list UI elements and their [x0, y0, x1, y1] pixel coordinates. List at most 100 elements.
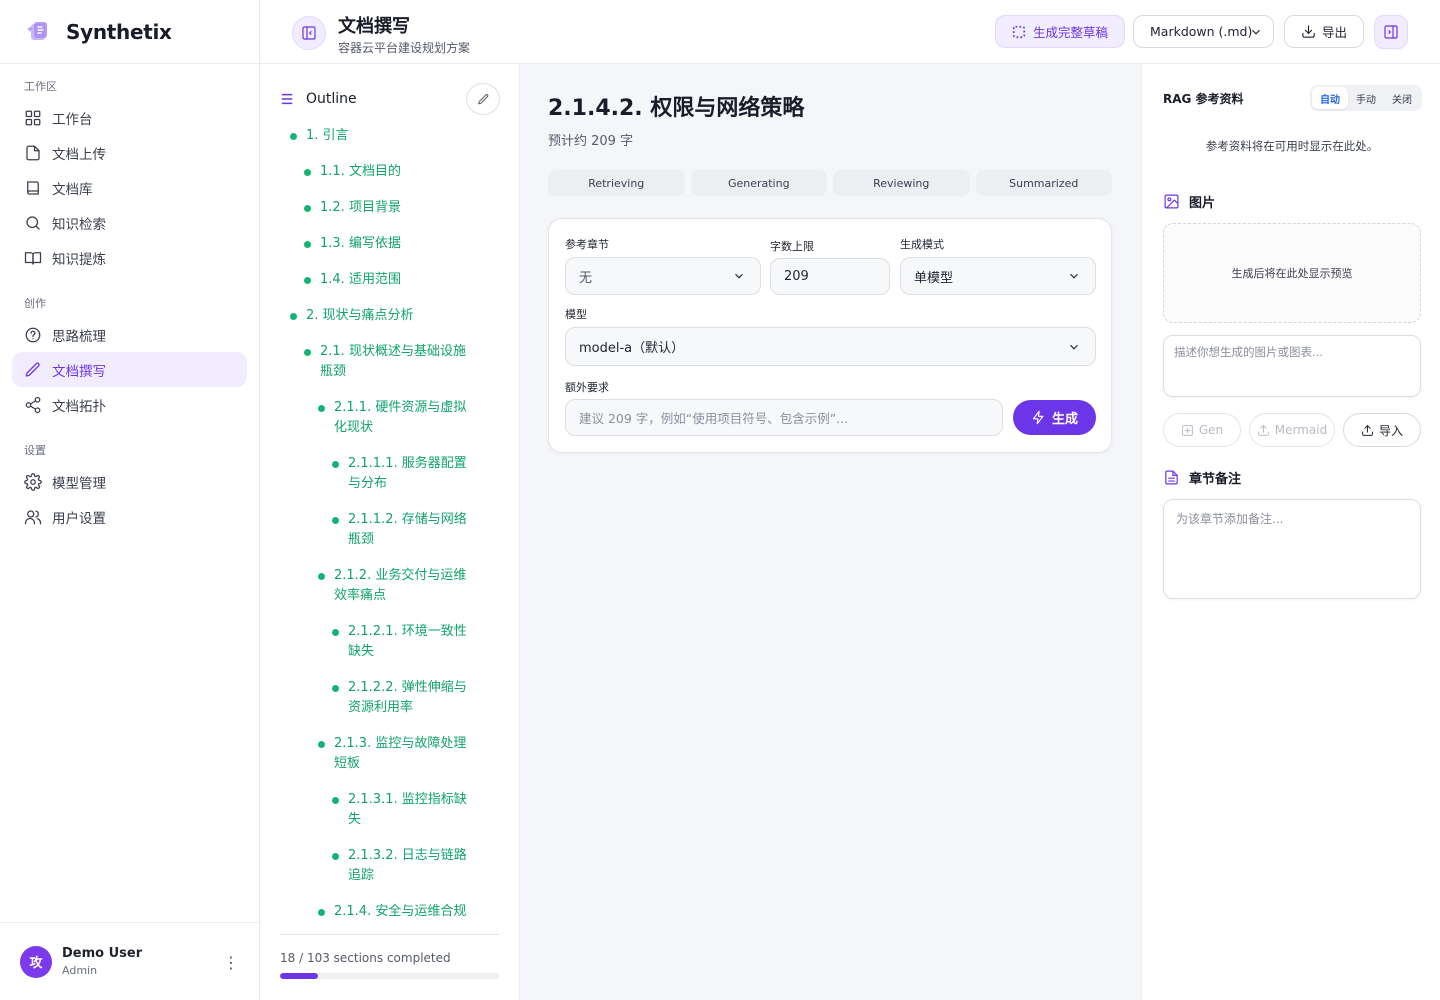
status-dot: [332, 853, 339, 860]
word-limit-input[interactable]: 209: [770, 258, 890, 295]
image-preview-area: 生成后将在此处显示预览: [1163, 223, 1421, 323]
top-header: 文档撰写 容器云平台建设规划方案 生成完整草稿 Markdown (.md) 导…: [260, 0, 1440, 64]
outline-item[interactable]: 2.1.1.1. 服务器配置与分布: [280, 454, 500, 494]
import-image-button[interactable]: 导入: [1343, 413, 1421, 447]
status-dot: [290, 313, 297, 320]
nav-item-label: 文档撰写: [52, 363, 106, 380]
generate-full-draft-label: 生成完整草稿: [1033, 25, 1109, 40]
outline-item[interactable]: 1.4. 适用范围: [280, 270, 500, 290]
mermaid-button[interactable]: Mermaid: [1249, 413, 1335, 447]
status-dot: [318, 741, 325, 748]
generate-button[interactable]: 生成: [1013, 400, 1096, 435]
outline-item[interactable]: 1.2. 项目背景: [280, 198, 500, 218]
outline-item[interactable]: 2.1.3.2. 日志与链路追踪: [280, 846, 500, 886]
word-estimate: 预计约 209 字: [548, 134, 634, 149]
outline-item[interactable]: 2.1.1.2. 存储与网络瓶颈: [280, 510, 500, 550]
nav-item-refine[interactable]: 知识提炼: [12, 240, 247, 275]
status-dot: [304, 241, 311, 248]
nav-item-label: 用户设置: [52, 510, 106, 527]
nav-item-writing[interactable]: 文档撰写: [12, 352, 247, 387]
collapse-sidebar-button[interactable]: [292, 16, 326, 50]
nav-item-dashboard[interactable]: 工作台: [12, 100, 247, 135]
model-label: 模型: [565, 308, 587, 321]
outline-item-label: 2.1.3.2. 日志与链路追踪: [348, 848, 467, 883]
outline-item-label: 1.4. 适用范围: [320, 272, 401, 287]
nav-item-label: 文档库: [52, 181, 93, 198]
page-title: 文档撰写: [338, 16, 410, 37]
toggle-right-panel-button[interactable]: [1374, 15, 1408, 49]
brand-name: Synthetix: [66, 19, 172, 44]
outline-item[interactable]: 2.1.4. 安全与运维合规风险: [280, 902, 500, 918]
image-preview-text: 生成后将在此处显示预览: [1231, 267, 1353, 280]
nav-item-topology[interactable]: 文档拓扑: [12, 387, 247, 422]
model-select[interactable]: model-a（默认）: [565, 327, 1096, 366]
nav-item-library[interactable]: 文档库: [12, 170, 247, 205]
export-label: 导出: [1321, 25, 1347, 40]
status-dot: [290, 133, 297, 140]
outline-item[interactable]: 2.1.2.1. 环境一致性缺失: [280, 622, 500, 662]
outline-header: Outline: [280, 83, 500, 115]
outline-item[interactable]: 2.1.2.2. 弹性伸缩与资源利用率: [280, 678, 500, 718]
open-book-icon: [24, 251, 42, 265]
generation-mode-select[interactable]: 单模型: [900, 257, 1096, 295]
outline-item[interactable]: 2. 现状与痛点分析: [280, 306, 500, 326]
outline-item-label: 1.2. 项目背景: [320, 200, 401, 215]
rag-mode-auto[interactable]: 自动: [1312, 87, 1348, 109]
reference-section-label: 参考章节: [565, 238, 609, 251]
share-icon: [25, 396, 41, 413]
generate-full-draft-button[interactable]: 生成完整草稿: [995, 15, 1126, 48]
outline-item-label: 1. 引言: [306, 128, 349, 143]
brand[interactable]: Synthetix: [0, 0, 259, 64]
status-dot: [332, 461, 339, 468]
nav-item-models[interactable]: 模型管理: [12, 464, 247, 499]
section-notes-input[interactable]: 为该章节添加备注...: [1163, 499, 1421, 599]
outline-item[interactable]: 1. 引言: [280, 126, 500, 146]
rag-mode-off[interactable]: 关闭: [1384, 87, 1420, 109]
edit-outline-button[interactable]: [466, 83, 500, 115]
outline-progress: 18 / 103 sections completed: [280, 934, 499, 979]
progress-bar: [280, 973, 499, 979]
images-section-title: 图片: [1163, 192, 1215, 211]
outline-item[interactable]: 2.1.3.1. 监控指标缺失: [280, 790, 500, 830]
export-format-select[interactable]: Markdown (.md): [1133, 15, 1274, 48]
outline-item[interactable]: 1.1. 文档目的: [280, 162, 500, 182]
rag-mode-toggle: 自动 手动 关闭: [1310, 85, 1422, 111]
pipeline-steps: Retrieving Generating Reviewing Summariz…: [548, 170, 1112, 196]
nav-item-search[interactable]: 知识检索: [12, 205, 247, 240]
outline-item[interactable]: 2.1.3. 监控与故障处理短板: [280, 734, 500, 774]
notes-section-title: 章节备注: [1163, 468, 1241, 487]
nav-item-user-settings[interactable]: 用户设置: [12, 499, 247, 534]
status-dot: [318, 405, 325, 412]
outline-item[interactable]: 2.1.1. 硬件资源与虚拟化现状: [280, 398, 500, 438]
reference-section-select[interactable]: 无: [565, 257, 761, 295]
status-dot: [332, 517, 339, 524]
gen-image-button[interactable]: Gen: [1163, 413, 1241, 447]
note-icon: [1165, 470, 1178, 485]
editor-panel: 2.1.4.2. 权限与网络策略 预计约 209 字 Retrieving Ge…: [520, 64, 1141, 1000]
document-name: 容器云平台建设规划方案: [338, 41, 471, 55]
section-title: 2.1.4.2. 权限与网络策略: [548, 96, 805, 121]
status-dot: [318, 573, 325, 580]
outline-panel: Outline 1. 引言 1.1. 文档目的 1.2. 项目背景 1.3. 编写依据…: [260, 64, 520, 1000]
list-icon: [281, 93, 293, 105]
nav-item-ideas[interactable]: 思路梳理: [12, 317, 247, 352]
outline-item-label: 1.1. 文档目的: [320, 164, 401, 179]
gear-icon: [24, 472, 42, 491]
status-dot: [332, 629, 339, 636]
more-vertical-icon[interactable]: ⋮: [223, 953, 239, 972]
outline-item[interactable]: 1.3. 编写依据: [280, 234, 500, 254]
nav-section-settings: 设置 模型管理 用户设置: [0, 422, 259, 534]
rag-mode-manual[interactable]: 手动: [1348, 87, 1384, 109]
image-icon: [1164, 194, 1179, 209]
book-icon: [27, 180, 39, 195]
nav-item-upload[interactable]: 文档上传: [12, 135, 247, 170]
export-button[interactable]: 导出: [1284, 15, 1364, 48]
image-description-input[interactable]: 描述你想生成的图片或图表...: [1163, 335, 1421, 397]
outline-item[interactable]: 2.1. 现状概述与基础设施瓶颈: [280, 342, 500, 382]
user-profile[interactable]: 攻 Demo User Admin ⋮: [0, 922, 259, 1000]
upload-icon: [1257, 424, 1269, 436]
notes-title: 章节备注: [1189, 472, 1242, 487]
extra-requirements-input[interactable]: 建议 209 字，例如“使用项目符号、包含示例”...: [565, 399, 1003, 436]
outline-item-label: 2.1.2. 业务交付与运维效率痛点: [334, 568, 467, 603]
outline-item[interactable]: 2.1.2. 业务交付与运维效率痛点: [280, 566, 500, 606]
